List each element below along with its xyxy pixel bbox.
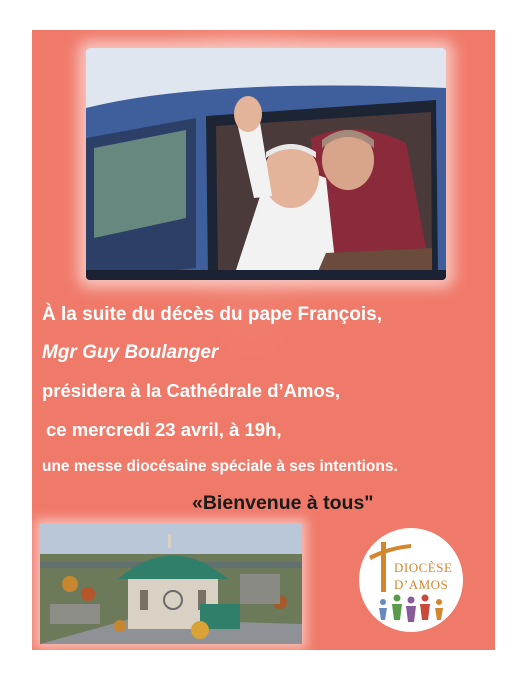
celebrant-name: Mgr Guy Boulanger [42,342,219,363]
poster: À la suite du décès du pape François, Mg… [32,30,495,650]
announcement-date: ce mercredi 23 avril, à 19h, [46,419,282,440]
cathedral-photo [40,524,302,644]
logo-line-1: DIOCÈSE [394,560,453,575]
announcement-line-1: À la suite du décès du pape François, [42,304,382,325]
pope-car-photo [86,48,446,280]
announcement-line-3: présidera à la Cathédrale d’Amos, [42,380,341,401]
welcome-message: «Bienvenue à tous" [192,492,374,514]
announcement-line-5: une messe diocésaine spéciale à ses inte… [42,458,398,475]
diocese-logo: DIOCÈSE D’AMOS [359,528,463,632]
logo-line-2: D’AMOS [394,577,449,592]
